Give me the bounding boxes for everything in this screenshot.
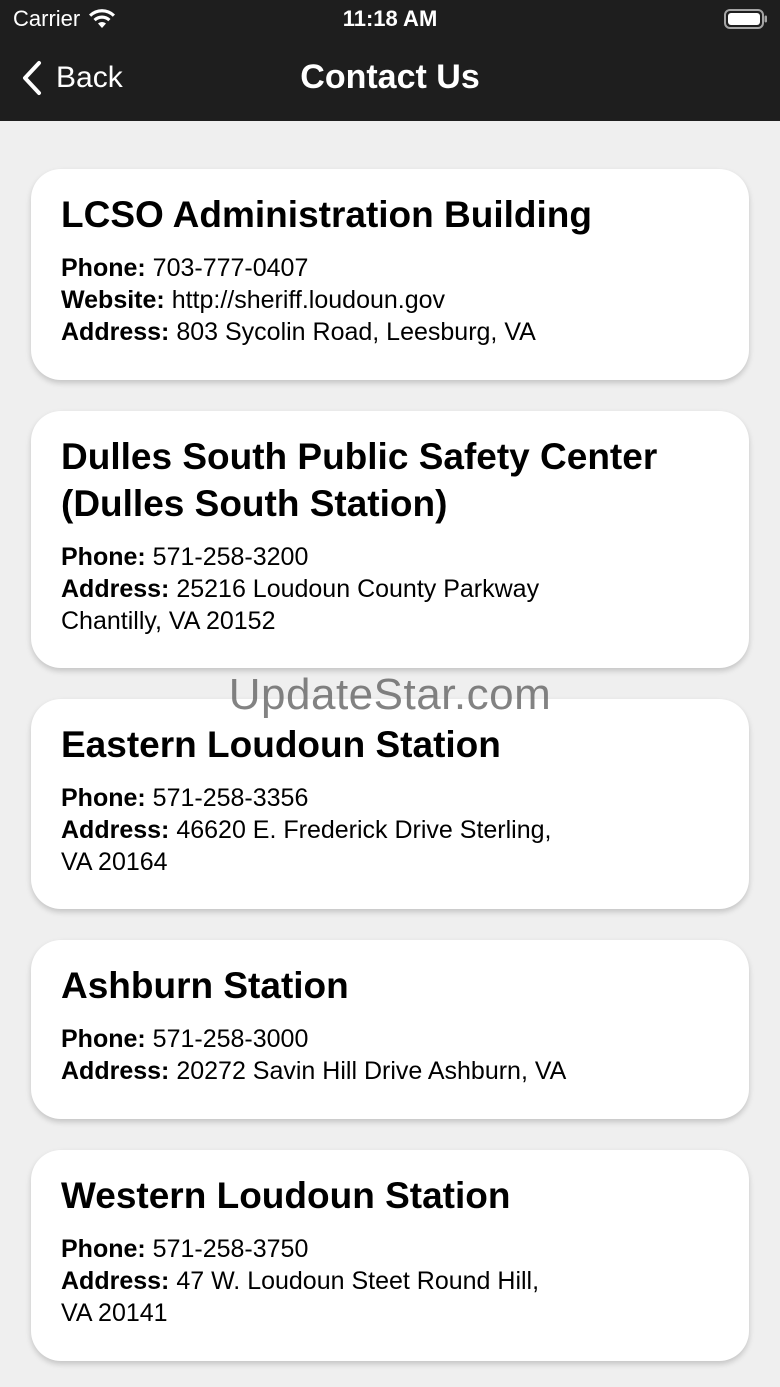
address-line: Address: 47 W. Loudoun Steet Round Hill,	[61, 1265, 719, 1297]
location-card-dulles-south: Dulles South Public Safety Center (Dulle…	[31, 411, 749, 668]
address-value[interactable]: 25216 Loudoun County Parkway	[176, 575, 539, 603]
address-line-2: VA 20141	[61, 1297, 719, 1329]
location-card-ashburn: Ashburn Station Phone: 571-258-3000 Addr…	[31, 940, 749, 1119]
phone-label: Phone:	[61, 784, 146, 812]
address-label: Address:	[61, 1267, 170, 1295]
location-card-eastern-loudoun: Eastern Loudoun Station Phone: 571-258-3…	[31, 699, 749, 909]
address-value[interactable]: 46620 E. Frederick Drive Sterling,	[176, 816, 551, 844]
phone-label: Phone:	[61, 1025, 146, 1053]
phone-value[interactable]: 571-258-3000	[153, 1025, 309, 1053]
address-line-2: Chantilly, VA 20152	[61, 605, 719, 637]
location-name: Western Loudoun Station	[61, 1175, 511, 1216]
battery-icon	[724, 9, 767, 29]
phone-value[interactable]: 571-258-3200	[153, 543, 309, 571]
phone-line: Phone: 571-258-3000	[61, 1023, 719, 1055]
location-name: Dulles South Public Safety Center (Dulle…	[61, 433, 719, 527]
location-name-line2: (Dulles South Station)	[61, 483, 448, 524]
phone-value[interactable]: 571-258-3750	[153, 1235, 309, 1263]
address-line: Address: 20272 Savin Hill Drive Ashburn,…	[61, 1055, 719, 1087]
website-label: Website:	[61, 286, 165, 314]
status-bar: Carrier 11:18 AM	[0, 0, 780, 40]
top-bar: Carrier 11:18 AM Back Contact Us	[0, 0, 780, 121]
phone-value[interactable]: 703-777-0407	[153, 254, 309, 282]
phone-label: Phone:	[61, 254, 146, 282]
address-line-2: VA 20164	[61, 846, 719, 878]
address-value[interactable]: 20272 Savin Hill Drive Ashburn, VA	[176, 1057, 566, 1085]
address-value[interactable]: 803 Sycolin Road, Leesburg, VA	[176, 318, 536, 346]
phone-value[interactable]: 571-258-3356	[153, 784, 309, 812]
location-name: Ashburn Station	[61, 965, 349, 1006]
address-line: Address: 803 Sycolin Road, Leesburg, VA	[61, 316, 719, 348]
page-title: Contact Us	[300, 58, 480, 96]
address-label: Address:	[61, 816, 170, 844]
address-value-2[interactable]: Chantilly, VA 20152	[61, 607, 276, 635]
address-label: Address:	[61, 1057, 170, 1085]
address-line: Address: 46620 E. Frederick Drive Sterli…	[61, 814, 719, 846]
phone-label: Phone:	[61, 1235, 146, 1263]
phone-line: Phone: 571-258-3750	[61, 1233, 719, 1265]
location-card-lcso-admin: LCSO Administration Building Phone: 703-…	[31, 169, 749, 380]
address-label: Address:	[61, 318, 170, 346]
location-card-western-loudoun: Western Loudoun Station Phone: 571-258-3…	[31, 1150, 749, 1361]
status-time: 11:18 AM	[342, 6, 438, 31]
address-label: Address:	[61, 575, 170, 603]
phone-line: Phone: 703-777-0407	[61, 252, 719, 284]
address-line: Address: 25216 Loudoun County Parkway	[61, 573, 719, 605]
location-name: Eastern Loudoun Station	[61, 724, 501, 765]
navigation-bar: Back Contact Us	[0, 40, 780, 121]
address-value[interactable]: 47 W. Loudoun Steet Round Hill,	[176, 1267, 539, 1295]
location-name: LCSO Administration Building	[61, 194, 592, 235]
website-line: Website: http://sheriff.loudoun.gov	[61, 284, 719, 316]
phone-line: Phone: 571-258-3356	[61, 782, 719, 814]
location-name-line1: Dulles South Public Safety Center	[61, 436, 658, 477]
phone-line: Phone: 571-258-3200	[61, 541, 719, 573]
address-value-2[interactable]: VA 20164	[61, 848, 168, 876]
website-link[interactable]: http://sheriff.loudoun.gov	[172, 286, 445, 314]
address-value-2[interactable]: VA 20141	[61, 1299, 168, 1327]
phone-label: Phone:	[61, 543, 146, 571]
